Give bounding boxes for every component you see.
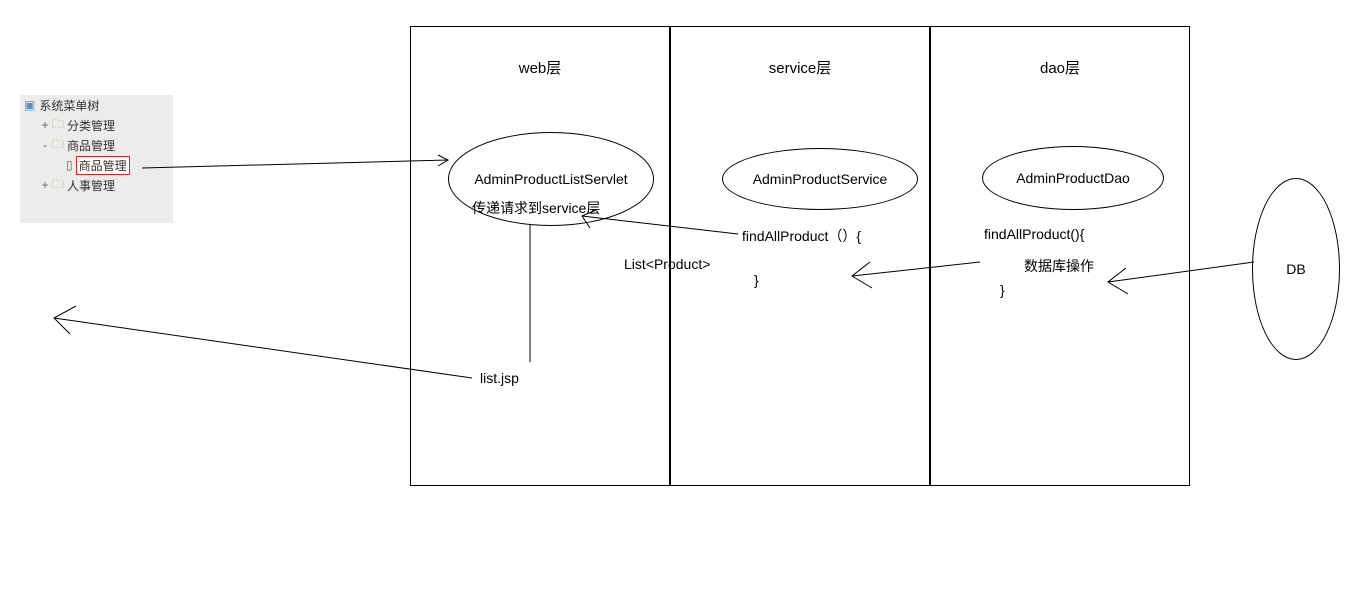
db-label: DB bbox=[1286, 261, 1305, 277]
folder-icon: 🗀 bbox=[52, 175, 64, 196]
diagram-stage: ▣ 系统菜单树 + 🗀 分类管理 - 🗀 商品管理 ▯ 商品管理 + 🗀 人事管… bbox=[0, 0, 1350, 609]
tree-panel: ▣ 系统菜单树 + 🗀 分类管理 - 🗀 商品管理 ▯ 商品管理 + 🗀 人事管… bbox=[20, 95, 173, 223]
tree-item-category[interactable]: + 🗀 分类管理 bbox=[20, 115, 173, 135]
tree-root-label: 系统菜单树 bbox=[39, 97, 99, 114]
dao-find-text: findAllProduct(){ bbox=[984, 226, 1084, 242]
tree-item-label: 商品管理 bbox=[67, 137, 115, 154]
tree-item-label: 分类管理 bbox=[67, 117, 115, 134]
service-close-text: } bbox=[754, 272, 759, 288]
dao-label: AdminProductDao bbox=[1016, 170, 1130, 186]
expand-icon[interactable]: + bbox=[38, 178, 52, 192]
folder-icon: 🗀 bbox=[52, 135, 64, 156]
tree-item-label: 人事管理 bbox=[67, 177, 115, 194]
computer-icon: ▣ bbox=[24, 98, 35, 112]
servlet-note-text: 传递请求到service层 bbox=[472, 198, 600, 218]
service-find-text: findAllProduct（）{ bbox=[742, 226, 861, 246]
list-jsp-text: list.jsp bbox=[480, 370, 519, 386]
document-icon: ▯ bbox=[66, 158, 73, 172]
layer-web-title: web层 bbox=[411, 57, 669, 78]
service-label: AdminProductService bbox=[753, 171, 888, 187]
layer-service-title: service层 bbox=[671, 57, 929, 78]
folder-icon: 🗀 bbox=[52, 115, 64, 136]
dao-ellipse: AdminProductDao bbox=[982, 146, 1164, 210]
expand-icon[interactable]: + bbox=[38, 118, 52, 132]
tree-root[interactable]: ▣ 系统菜单树 bbox=[20, 95, 173, 115]
service-ellipse: AdminProductService bbox=[722, 148, 918, 210]
db-ellipse: DB bbox=[1252, 178, 1340, 360]
collapse-icon[interactable]: - bbox=[38, 138, 52, 152]
servlet-label: AdminProductListServlet bbox=[474, 171, 627, 187]
tree-item-product-child[interactable]: ▯ 商品管理 bbox=[20, 155, 173, 175]
arrow-tree-to-servlet bbox=[142, 155, 448, 168]
list-return-text: List<Product> bbox=[624, 256, 710, 272]
tree-item-product[interactable]: - 🗀 商品管理 bbox=[20, 135, 173, 155]
layer-dao-title: dao层 bbox=[931, 57, 1189, 78]
db-op-text: 数据库操作 bbox=[1024, 256, 1094, 276]
tree-item-selected-label: 商品管理 bbox=[76, 156, 130, 175]
dao-close-text: } bbox=[1000, 282, 1005, 298]
tree-item-hr[interactable]: + 🗀 人事管理 bbox=[20, 175, 173, 195]
